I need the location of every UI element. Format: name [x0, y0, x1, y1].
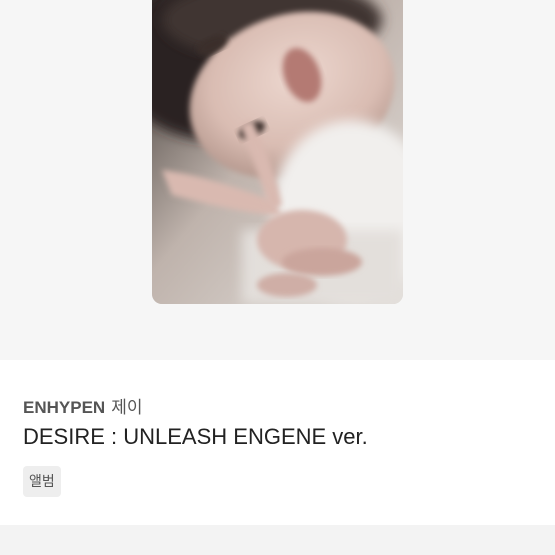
photocard-photo: [152, 0, 403, 304]
member-name: 제이: [111, 398, 143, 417]
product-detail-page: ENHYPEN 제이 DESIRE : UNLEASH ENGENE ver. 앨…: [0, 0, 555, 555]
category-tag[interactable]: 앨범: [23, 466, 61, 497]
artist-line: ENHYPEN 제이: [23, 393, 142, 418]
section-divider: [0, 525, 555, 555]
product-image-area: [0, 0, 555, 360]
photocard-image[interactable]: [152, 0, 403, 304]
product-info: ENHYPEN 제이 DESIRE : UNLEASH ENGENE ver. 앨…: [0, 360, 555, 525]
product-title: DESIRE : UNLEASH ENGENE ver.: [23, 424, 368, 449]
artist-name[interactable]: ENHYPEN: [23, 398, 105, 417]
